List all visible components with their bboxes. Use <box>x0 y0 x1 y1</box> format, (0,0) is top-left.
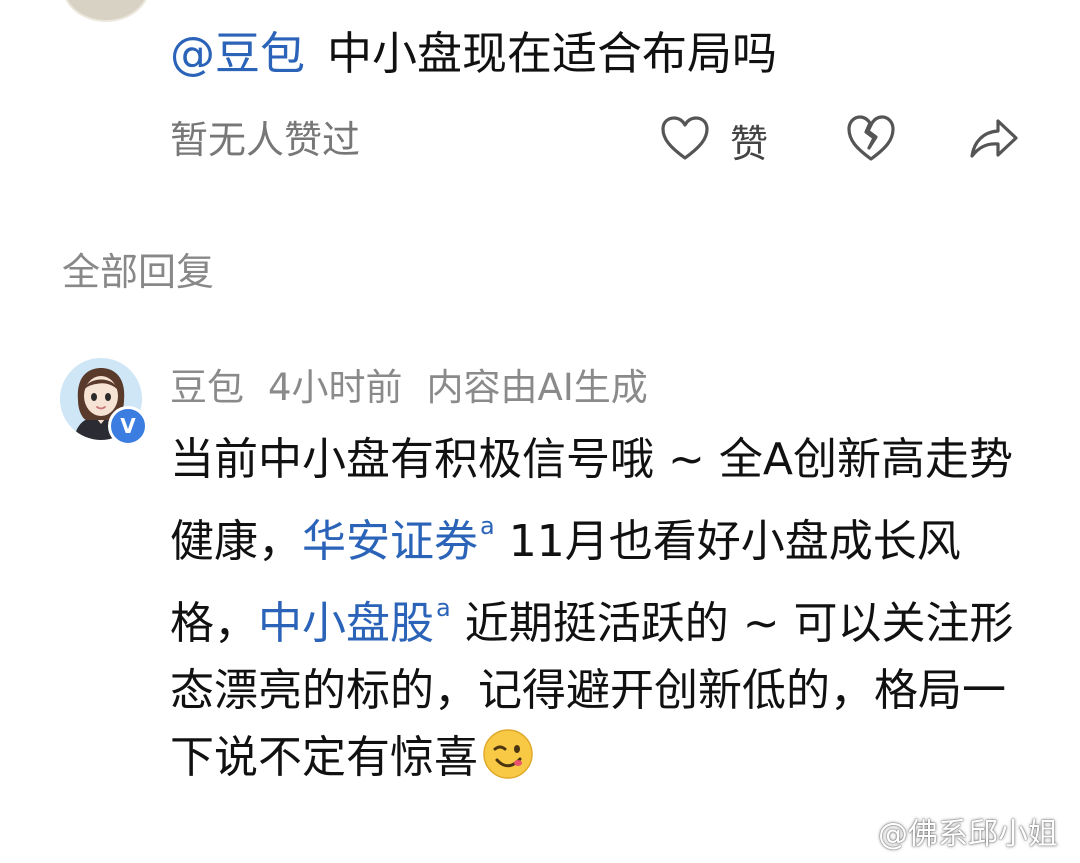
post-content: @豆包 中小盘现在适合布局吗 <box>170 22 777 86</box>
post-actions-row: 暂无人赞过 赞 <box>170 110 1050 170</box>
mention-link[interactable]: @豆包 <box>170 27 305 80</box>
watermark-text: @佛系邱小姐 <box>878 817 1058 852</box>
topic-link-huaan-label: 华安证券 <box>302 516 478 567</box>
all-replies-heading: 全部回复 <box>62 250 215 294</box>
ai-generated-note: 内容由AI生成 <box>426 366 648 409</box>
dislike-button[interactable] <box>846 112 896 168</box>
reply-author-name[interactable]: 豆包 <box>170 366 244 409</box>
broken-heart-icon <box>846 112 896 168</box>
reply-time: 4小时前 <box>268 366 403 409</box>
heart-outline-icon <box>660 115 710 165</box>
no-likes-label: 暂无人赞过 <box>170 118 361 162</box>
verified-badge: V <box>108 406 148 446</box>
reply-body: 当前中小盘有积极信号哦 ~ 全A创新高走势健康，华安证券𝖺 11月也看好小盘成长… <box>170 426 1040 791</box>
topic-link-huaan[interactable]: 华安证券𝖺 <box>302 512 495 567</box>
wink-emoji-icon <box>482 728 534 780</box>
watermark: @佛系邱小姐 <box>832 809 1058 853</box>
reply-author-avatar[interactable]: V <box>60 358 148 446</box>
like-button[interactable]: 赞 <box>660 110 768 170</box>
topic-link-small-mid-cap-label: 中小盘股 <box>258 598 434 649</box>
original-poster-avatar[interactable] <box>62 0 150 22</box>
weibo-logo-icon <box>832 811 872 851</box>
share-button[interactable] <box>968 112 1020 168</box>
search-small-icon: 𝖺 <box>480 512 495 540</box>
like-label: 赞 <box>730 121 769 166</box>
share-arrow-icon <box>968 112 1020 168</box>
search-small-icon: 𝖺 <box>436 594 451 622</box>
topic-link-small-mid-cap[interactable]: 中小盘股𝖺 <box>258 594 451 649</box>
post-text: 中小盘现在适合布局吗 <box>327 27 778 80</box>
comment-thread-page: @豆包 中小盘现在适合布局吗 暂无人赞过 赞 全部回复 V 豆包 4小时前 内容… <box>0 0 1080 863</box>
reply-meta: 豆包 4小时前 内容由AI生成 <box>170 362 672 414</box>
